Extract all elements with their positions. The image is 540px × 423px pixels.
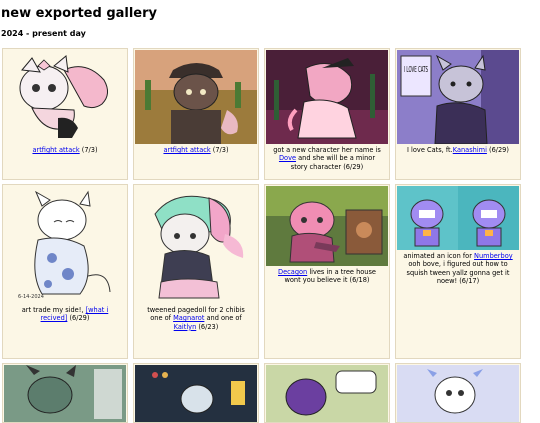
item-caption: animated an icon for Numberboy ooh bove,… — [403, 252, 513, 286]
artwork-image[interactable] — [135, 50, 257, 144]
gallery-item-12 — [395, 363, 521, 423]
item-link-2[interactable]: Kaitlyn — [174, 323, 197, 331]
art-date-text: 6-14-2024 — [18, 294, 44, 300]
item-caption: artfight attack (7/3) — [32, 146, 98, 154]
item-caption: art trade my side!, [what i recived] (6/… — [21, 306, 109, 323]
item-link[interactable]: artfight attack — [163, 146, 210, 154]
gallery-item-7: Decagon lives in a tree house wont you b… — [264, 184, 390, 359]
item-caption: Decagon lives in a tree house wont you b… — [278, 268, 376, 285]
artwork-image[interactable] — [397, 186, 519, 250]
artwork-image[interactable] — [135, 186, 257, 304]
artwork-image[interactable]: I LOVE CATS — [397, 50, 519, 144]
item-link[interactable]: artfight attack — [32, 146, 79, 154]
item-caption: got a new character her name is Dove and… — [273, 146, 381, 171]
artwork-image[interactable] — [266, 50, 388, 144]
gallery-item-8: animated an icon for Numberboy ooh bove,… — [395, 184, 521, 359]
artwork-image[interactable] — [266, 186, 388, 266]
artwork-image[interactable]: 6-14-2024 — [4, 186, 126, 304]
gallery-item-5: 6-14-2024 art trade my side!, [what i re… — [2, 184, 128, 359]
gallery-item-4: I LOVE CATS I love Cats, ft.Kanashimi (6… — [395, 48, 521, 180]
gallery-item-10 — [133, 363, 259, 423]
artwork-image[interactable] — [4, 50, 126, 144]
item-link[interactable]: Kanashimi — [453, 146, 487, 154]
gallery-item-6: tweened pagedoll for 2 chibis one of Mag… — [133, 184, 259, 359]
artwork-image[interactable] — [135, 365, 257, 422]
artwork-image[interactable] — [4, 365, 126, 422]
artwork-image[interactable] — [397, 365, 519, 422]
item-link[interactable]: Numberboy — [474, 252, 513, 260]
item-link[interactable]: Decagon — [278, 268, 307, 276]
artwork-image[interactable] — [266, 365, 388, 422]
item-caption: tweened pagedoll for 2 chibis one of Mag… — [147, 306, 245, 331]
gallery-item-1: artfight attack (7/3) — [2, 48, 128, 180]
gallery-item-2: artfight attack (7/3) — [133, 48, 259, 180]
gallery-item-3: got a new character her name is Dove and… — [264, 48, 390, 180]
page-subtitle: 2024 - present day — [1, 29, 86, 38]
item-caption: I love Cats, ft.Kanashimi (6/29) — [407, 146, 509, 154]
item-link[interactable]: Magnarot — [173, 314, 204, 322]
sign-text: I LOVE CATS — [404, 65, 428, 74]
item-link[interactable]: Dove — [279, 154, 296, 162]
gallery-item-9 — [2, 363, 128, 423]
gallery-item-11 — [264, 363, 390, 423]
page-title: new exported gallery — [1, 6, 158, 21]
gallery-grid: artfight attack (7/3) artfight attack (7… — [2, 48, 522, 423]
item-caption: artfight attack (7/3) — [163, 146, 229, 154]
